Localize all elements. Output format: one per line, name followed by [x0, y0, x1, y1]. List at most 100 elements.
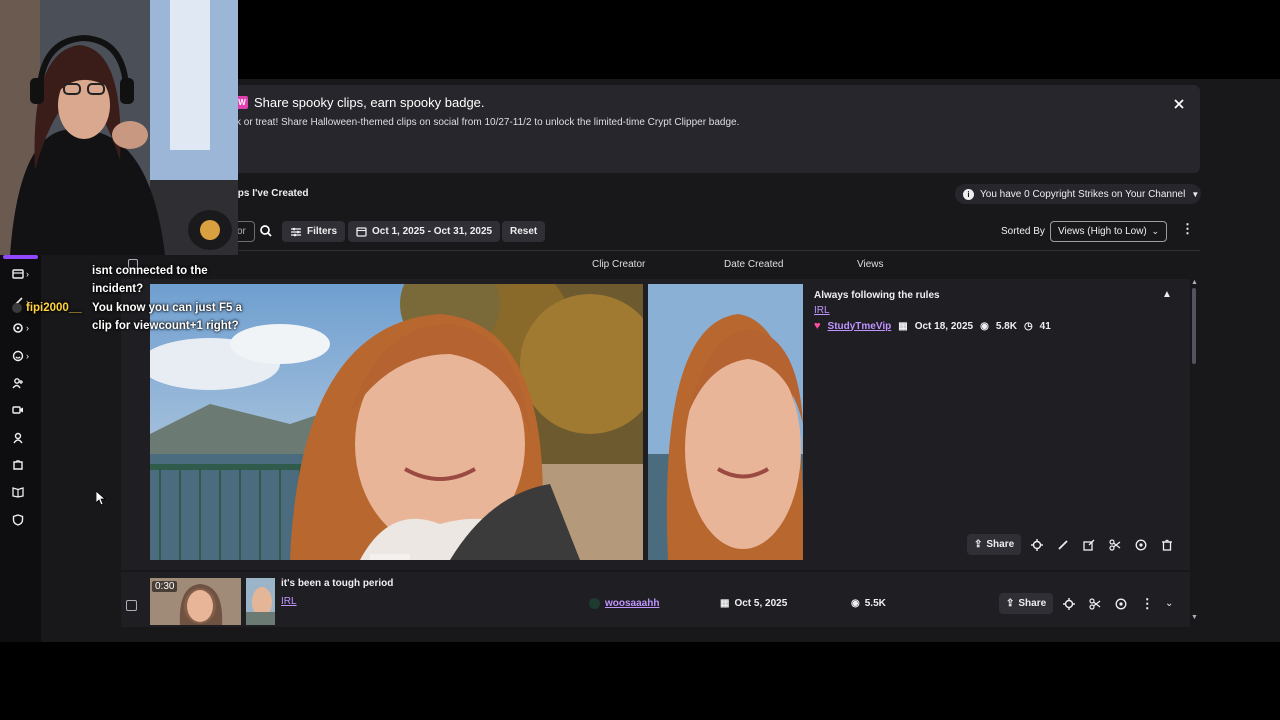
expand-icon[interactable]: ⌄ — [1161, 596, 1177, 612]
clip-creator-link[interactable]: woosaaahh — [605, 598, 659, 609]
clip-title: it's been a tough period — [281, 578, 394, 589]
sort-value: Views (High to Low) — [1058, 226, 1147, 237]
clip-thumbnail[interactable] — [246, 578, 275, 625]
clip-category-link[interactable]: IRL — [814, 305, 830, 316]
nav-item-viewer-rewards[interactable] — [12, 430, 32, 446]
nav-active-indicator — [3, 255, 38, 259]
scrollbar[interactable] — [1192, 288, 1196, 364]
eye-icon: ◉ — [980, 320, 989, 332]
letterbox-bottom — [0, 642, 1280, 720]
clip-duration: 41 — [1039, 320, 1051, 332]
chat-message: You know you can just F5 a — [92, 302, 242, 314]
nav-item-stream[interactable]: › — [12, 266, 32, 282]
banner-title: Share spooky clips, earn spooky badge. — [254, 95, 485, 110]
calendar-icon: ▦ — [720, 598, 730, 609]
clip-actions: ⇪ Share ⋮ ⌄ — [999, 593, 1177, 614]
nav-item-community[interactable] — [12, 375, 32, 391]
date-range-label: Oct 1, 2025 - Oct 31, 2025 — [372, 226, 493, 237]
close-icon[interactable] — [1172, 97, 1186, 111]
clip-title: Always following the rules — [814, 290, 940, 301]
search-icon[interactable] — [257, 222, 275, 240]
filter-icon — [291, 227, 301, 236]
nav-item-settings[interactable]: › — [12, 320, 32, 336]
crop-icon[interactable] — [1061, 596, 1077, 612]
nav-item-creator-camp[interactable] — [12, 484, 32, 500]
add-circle-icon[interactable] — [1133, 537, 1149, 553]
promo-banner: W Share spooky clips, earn spooky badge.… — [228, 85, 1200, 173]
share-button[interactable]: ⇪ Share — [999, 593, 1054, 614]
more-options-icon[interactable]: ⋮ — [1181, 222, 1194, 235]
clip-category-link[interactable]: IRL — [281, 596, 297, 607]
avatar — [589, 598, 600, 609]
section-title: ips I've Created — [235, 188, 309, 199]
clip-duration-badge: 0:30 — [152, 581, 178, 592]
clip-views: 5.8K — [995, 320, 1017, 332]
share-icon: ⇪ — [1006, 598, 1015, 609]
gear-icon — [13, 323, 23, 333]
nav-item-content[interactable] — [12, 402, 32, 418]
stream-icon — [12, 269, 24, 279]
clip-date: Oct 18, 2025 — [914, 320, 974, 332]
edit-icon[interactable] — [1055, 537, 1071, 553]
webcam-overlay — [0, 0, 238, 255]
nav-item-emotes[interactable]: › — [12, 348, 32, 364]
filters-label: Filters — [307, 226, 338, 237]
calendar-icon — [356, 227, 367, 237]
open-external-icon[interactable] — [1081, 537, 1097, 553]
emote-icon — [12, 350, 24, 362]
collapse-icon[interactable]: ▲ — [1162, 289, 1172, 300]
share-button[interactable]: ⇪ Share — [967, 534, 1022, 555]
sorted-by-label: Sorted By — [1001, 226, 1045, 237]
book-icon — [12, 487, 24, 498]
copyright-notice: You have 0 Copyright Strikes on Your Cha… — [980, 188, 1186, 200]
scroll-up-icon[interactable]: ▲ — [1191, 279, 1198, 286]
add-user-icon — [12, 378, 23, 389]
clip-thumbnail[interactable] — [648, 284, 803, 560]
scroll-down-icon[interactable]: ▼ — [1191, 614, 1198, 621]
share-label: Share — [1018, 598, 1047, 609]
clip-date: ▦ Oct 5, 2025 — [720, 598, 787, 609]
add-circle-icon[interactable] — [1113, 596, 1129, 612]
nav-item-extensions[interactable] — [12, 457, 32, 473]
chevron-down-icon: ▼ — [1191, 189, 1200, 199]
scissors-icon[interactable] — [1107, 537, 1123, 553]
chat-message: clip for viewcount+1 right? — [92, 320, 239, 332]
clip-views: ◉ 5.5K — [851, 598, 886, 609]
banner-subtitle: k or treat! Share Halloween-themed clips… — [236, 117, 740, 128]
copyright-strikes-dropdown[interactable]: i You have 0 Copyright Strikes on Your C… — [955, 184, 1201, 204]
viewers-icon — [13, 432, 23, 444]
chevron-right-icon: › — [26, 269, 29, 279]
sort-select[interactable]: Views (High to Low) ⌄ — [1050, 221, 1167, 242]
clip-creator-link[interactable]: StudyTmeVip — [828, 321, 892, 332]
date-range-button[interactable]: Oct 1, 2025 - Oct 31, 2025 — [348, 221, 501, 242]
scissors-icon[interactable] — [1087, 596, 1103, 612]
heart-badge-icon: ♥ — [814, 320, 821, 332]
share-label: Share — [986, 539, 1015, 550]
column-header[interactable]: Clip Creator — [592, 259, 645, 270]
chevron-down-icon: ⌄ — [1151, 226, 1159, 236]
mouse-cursor-icon — [96, 491, 106, 506]
clip-meta: ♥ StudyTmeVip ▦ Oct 18, 2025 ◉ 5.8K ◷ 41 — [814, 320, 1051, 332]
shield-icon — [12, 514, 24, 526]
chat-message: incident? — [92, 283, 144, 295]
clip-views-value: 5.5K — [864, 598, 886, 609]
clip-date-value: Oct 5, 2025 — [734, 598, 788, 609]
puzzle-icon — [13, 460, 23, 470]
column-header[interactable]: Date Created — [724, 259, 783, 270]
video-icon — [12, 406, 23, 414]
table-header: Clip Creator Date Created Views — [121, 250, 1200, 277]
chat-author-line: fipi2000__ — [12, 302, 82, 314]
trash-icon[interactable] — [1159, 537, 1175, 553]
chat-username: fipi2000__ — [26, 302, 82, 314]
more-options-icon[interactable]: ⋮ — [1139, 596, 1155, 612]
column-header[interactable]: Views — [857, 259, 884, 270]
crop-icon[interactable] — [1029, 537, 1045, 553]
reset-button[interactable]: Reset — [502, 221, 546, 242]
filters-button[interactable]: Filters — [282, 221, 346, 242]
nav-item-safety[interactable] — [12, 512, 32, 528]
chat-message: isnt connected to the — [92, 265, 208, 277]
clip-creator: woosaaahh — [589, 598, 659, 609]
row-checkbox[interactable] — [126, 600, 137, 611]
share-icon: ⇪ — [974, 539, 983, 550]
calendar-icon: ▦ — [898, 320, 908, 332]
